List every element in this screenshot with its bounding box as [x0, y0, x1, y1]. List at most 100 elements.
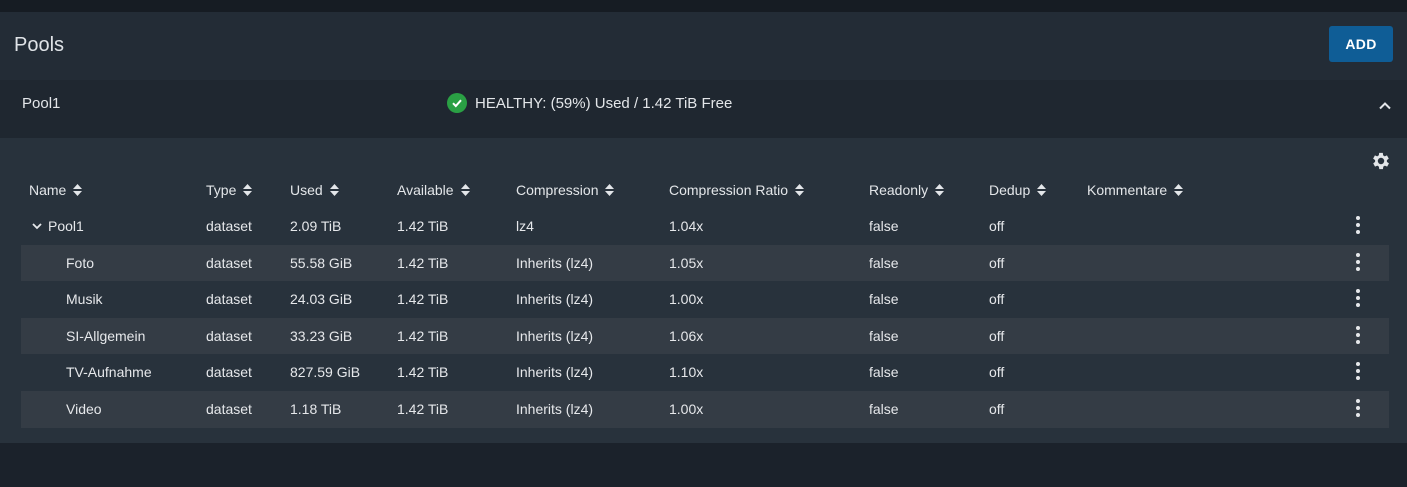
column-label: Kommentare — [1087, 182, 1168, 198]
column-label: Readonly — [869, 182, 929, 198]
dataset-dedup: off — [989, 254, 1005, 271]
dataset-type: dataset — [206, 364, 252, 381]
pool-name: Pool1 — [22, 95, 61, 112]
dataset-used: 827.59 GiB — [290, 364, 361, 381]
more-vert-icon[interactable] — [1352, 360, 1364, 382]
dataset-readonly: false — [869, 218, 899, 234]
more-vert-icon[interactable] — [1352, 324, 1364, 346]
dataset-type: dataset — [206, 254, 252, 271]
dataset-dedup: off — [989, 291, 1005, 308]
dataset-compression: Inherits (lz4) — [516, 400, 594, 417]
dataset-name: Pool1 — [31, 208, 84, 245]
dataset-compression-ratio: 1.06x — [669, 327, 704, 344]
dataset-readonly: false — [869, 364, 899, 381]
dataset-dedup: off — [989, 400, 1005, 417]
column-header-used[interactable]: Used — [290, 182, 339, 198]
column-label: Type — [206, 182, 237, 198]
pools-panel: Pools ADD Pool1 HEALTHY: (59%) Used / 1.… — [0, 12, 1407, 443]
table-header: Name Type Used Available Compression Com… — [21, 182, 1389, 206]
dataset-compression: lz4 — [516, 218, 534, 234]
dataset-name: SI-Allgemein — [66, 327, 146, 344]
dataset-available: 1.42 TiB — [397, 218, 449, 234]
table-row[interactable]: Foto dataset 55.58 GiB 1.42 TiB Inherits… — [21, 244, 1389, 282]
pool-datasets: Name Type Used Available Compression Com… — [0, 138, 1407, 443]
column-label: Dedup — [989, 182, 1031, 198]
dataset-available: 1.42 TiB — [397, 254, 449, 271]
dataset-dedup: off — [989, 218, 1005, 234]
gear-icon[interactable] — [1370, 150, 1392, 172]
dataset-readonly: false — [869, 327, 899, 344]
dataset-available: 1.42 TiB — [397, 400, 449, 417]
dataset-readonly: false — [869, 291, 899, 308]
top-bar — [0, 0, 1407, 12]
dataset-compression-ratio: 1.00x — [669, 400, 704, 417]
column-header-compression-ratio[interactable]: Compression Ratio — [669, 182, 805, 198]
dataset-type: dataset — [206, 291, 252, 308]
dataset-compression: Inherits (lz4) — [516, 254, 594, 271]
dataset-type: dataset — [206, 400, 252, 417]
sort-icon — [460, 184, 470, 196]
pool-status: HEALTHY: (59%) Used / 1.42 TiB Free — [447, 93, 732, 113]
more-vert-icon[interactable] — [1352, 397, 1364, 419]
dataset-type: dataset — [206, 218, 252, 234]
dataset-compression: Inherits (lz4) — [516, 364, 594, 381]
more-vert-icon[interactable] — [1352, 251, 1364, 273]
sort-icon — [1174, 184, 1184, 196]
sort-icon — [935, 184, 945, 196]
column-label: Available — [397, 182, 454, 198]
dataset-compression: Inherits (lz4) — [516, 327, 594, 344]
dataset-used: 1.18 TiB — [290, 400, 342, 417]
dataset-available: 1.42 TiB — [397, 364, 449, 381]
table-row[interactable]: Video dataset 1.18 TiB 1.42 TiB Inherits… — [21, 390, 1389, 428]
dataset-name: Musik — [66, 291, 103, 308]
pool-header: Pool1 HEALTHY: (59%) Used / 1.42 TiB Fre… — [0, 80, 1407, 138]
more-vert-icon[interactable] — [1352, 287, 1364, 309]
dataset-readonly: false — [869, 254, 899, 271]
dataset-used: 24.03 GiB — [290, 291, 353, 308]
sort-icon — [795, 184, 805, 196]
dataset-used: 55.58 GiB — [290, 254, 353, 271]
sort-icon — [243, 184, 253, 196]
table-row[interactable]: TV-Aufnahme dataset 827.59 GiB 1.42 TiB … — [21, 354, 1389, 391]
column-header-readonly[interactable]: Readonly — [869, 182, 945, 198]
dataset-available: 1.42 TiB — [397, 327, 449, 344]
pool-status-text: HEALTHY: (59%) Used / 1.42 TiB Free — [475, 94, 733, 112]
dataset-name: Video — [66, 400, 102, 417]
column-label: Name — [29, 182, 67, 198]
column-header-compression[interactable]: Compression — [516, 182, 615, 198]
sort-icon — [73, 184, 83, 196]
dataset-compression-ratio: 1.04x — [669, 218, 704, 234]
dataset-name: Foto — [66, 254, 95, 271]
dataset-name: TV-Aufnahme — [66, 364, 152, 381]
check-circle-icon — [447, 93, 467, 113]
column-label: Compression — [516, 182, 599, 198]
more-vert-icon[interactable] — [1352, 214, 1364, 236]
column-header-available[interactable]: Available — [397, 182, 470, 198]
dataset-type: dataset — [206, 327, 252, 344]
column-header-type[interactable]: Type — [206, 182, 253, 198]
table-row[interactable]: Pool1 dataset 2.09 TiB 1.42 TiB lz4 1.04… — [21, 208, 1389, 245]
column-label: Compression Ratio — [669, 182, 789, 198]
dataset-compression-ratio: 1.00x — [669, 291, 704, 308]
column-header-kommentare[interactable]: Kommentare — [1087, 182, 1184, 198]
dataset-available: 1.42 TiB — [397, 291, 449, 308]
sort-icon — [329, 184, 339, 196]
dataset-compression-ratio: 1.10x — [669, 364, 704, 381]
page-title: Pools — [14, 34, 65, 56]
dataset-dedup: off — [989, 327, 1005, 344]
dataset-rows: Pool1 dataset 2.09 TiB 1.42 TiB lz4 1.04… — [21, 208, 1389, 428]
column-header-dedup[interactable]: Dedup — [989, 182, 1047, 198]
add-pool-button[interactable]: ADD — [1329, 26, 1393, 62]
sort-icon — [1037, 184, 1047, 196]
chevron-up-icon[interactable] — [1376, 97, 1394, 115]
dataset-name-label: Pool1 — [48, 218, 84, 234]
dataset-readonly: false — [869, 400, 899, 417]
dataset-used: 33.23 GiB — [290, 327, 353, 344]
table-row[interactable]: Musik dataset 24.03 GiB 1.42 TiB Inherit… — [21, 281, 1389, 318]
dataset-dedup: off — [989, 364, 1005, 381]
table-row[interactable]: SI-Allgemein dataset 33.23 GiB 1.42 TiB … — [21, 317, 1389, 355]
chevron-down-icon[interactable] — [31, 220, 43, 232]
dataset-compression: Inherits (lz4) — [516, 291, 594, 308]
column-header-name[interactable]: Name — [29, 182, 83, 198]
column-label: Used — [290, 182, 323, 198]
